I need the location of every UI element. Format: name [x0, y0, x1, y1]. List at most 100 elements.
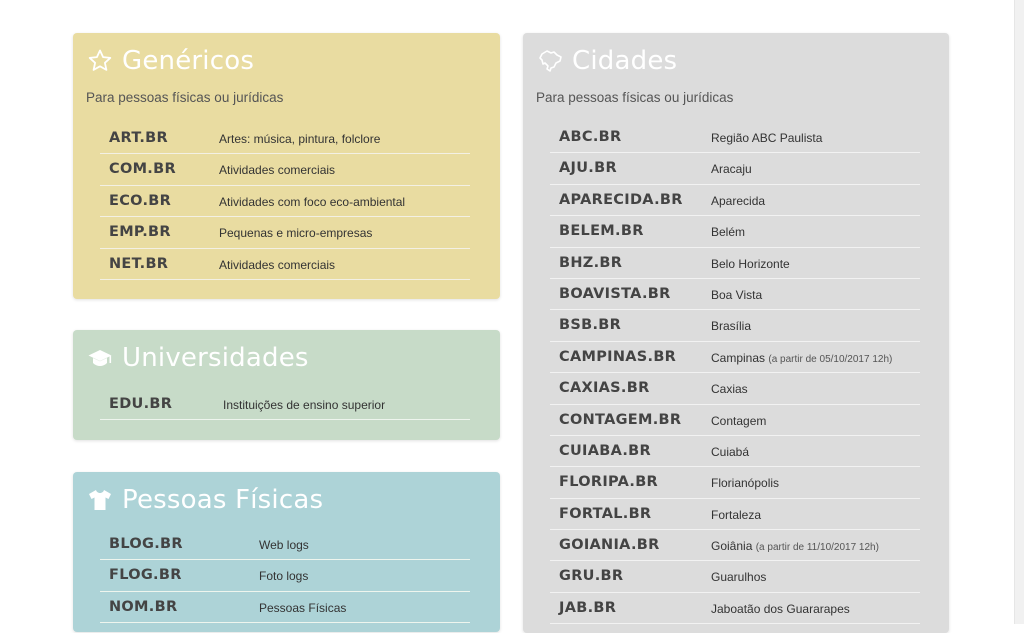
- domain-description: Atividades comerciais: [219, 257, 336, 272]
- city-name: Jaboatão dos Guararapes: [711, 601, 850, 616]
- cities-title-text: Cidades: [572, 46, 678, 76]
- domain-description: Florianópolis: [711, 476, 779, 490]
- domain-row[interactable]: CAMPINAS.BR Campinas (a partir de 05/10/2…: [550, 342, 920, 374]
- domain-name[interactable]: JAB.BR: [559, 600, 616, 616]
- domain-name[interactable]: CUIABA.BR: [559, 443, 651, 459]
- generic-domain-list: ART.BR Artes: música, pintura, folclore …: [100, 123, 470, 280]
- domain-row[interactable]: NET.BR Atividades comerciais: [100, 249, 470, 280]
- domain-row[interactable]: BLOG.BR Web logs: [100, 529, 470, 561]
- domain-description: Pequenas e micro-empresas: [219, 226, 373, 241]
- star-icon: [87, 48, 113, 74]
- domain-description: Caxias: [711, 382, 748, 396]
- domain-row[interactable]: COM.BR Atividades comerciais: [100, 154, 470, 186]
- domain-name[interactable]: GOIANIA.BR: [559, 537, 660, 553]
- domain-row[interactable]: JAB.BR Jaboatão dos Guararapes: [550, 593, 920, 625]
- domain-row[interactable]: FORTAL.BR Fortaleza: [550, 499, 920, 531]
- domain-description: Web logs: [259, 538, 309, 552]
- city-name: Guarulhos: [711, 570, 767, 585]
- generic-subtitle: Para pessoas físicas ou jurídicas: [86, 90, 284, 105]
- domain-row[interactable]: ABC.BR Região ABC Paulista: [550, 122, 920, 154]
- domain-name[interactable]: NET.BR: [109, 256, 168, 272]
- domain-name[interactable]: BHZ.BR: [559, 255, 622, 271]
- graduation-cap-icon: [87, 345, 113, 371]
- domain-name[interactable]: BOAVISTA.BR: [559, 286, 671, 302]
- universities-panel-title: Universidades: [87, 342, 309, 374]
- domain-row[interactable]: FLOG.BR Foto logs: [100, 560, 470, 592]
- city-name: Florianópolis: [711, 476, 780, 491]
- persons-domain-list: BLOG.BR Web logs FLOG.BR Foto logs NOM.B…: [100, 529, 470, 624]
- domain-row[interactable]: EDU.BR Instituições de ensino superior: [100, 389, 470, 421]
- page-scrollbar[interactable]: [1014, 0, 1024, 624]
- cities-domain-list: ABC.BR Região ABC Paulista AJU.BR Aracaju AP…: [550, 122, 920, 625]
- domain-row[interactable]: CAXIAS.BR Caxias: [550, 373, 920, 405]
- domain-name[interactable]: EMP.BR: [109, 224, 171, 240]
- domain-name[interactable]: ART.BR: [109, 130, 168, 146]
- domain-row[interactable]: BHZ.BR Belo Horizonte: [550, 248, 920, 279]
- domain-row[interactable]: FLORIPA.BR Florianópolis: [550, 467, 920, 499]
- city-name: Contagem: [711, 413, 767, 428]
- cities-subtitle: Para pessoas físicas ou jurídicas: [536, 90, 734, 105]
- city-name: Campinas: [711, 350, 766, 365]
- generic-domains-panel: Genéricos Para pessoas físicas ou jurídi…: [73, 33, 500, 299]
- domain-row[interactable]: BSB.BR Brasília: [550, 310, 920, 342]
- domain-row[interactable]: AJU.BR Aracaju: [550, 153, 920, 185]
- domain-row[interactable]: BOAVISTA.BR Boa Vista: [550, 279, 920, 311]
- domain-name[interactable]: COM.BR: [109, 161, 176, 177]
- domain-name[interactable]: FORTAL.BR: [559, 506, 651, 522]
- city-name: Aparecida: [711, 193, 766, 208]
- generic-title-text: Genéricos: [122, 46, 255, 76]
- city-name: Caxias: [711, 382, 748, 397]
- domain-row[interactable]: GRU.BR Guarulhos: [550, 561, 920, 593]
- domain-name[interactable]: CAXIAS.BR: [559, 380, 650, 396]
- domain-row[interactable]: ART.BR Artes: música, pintura, folclore: [100, 123, 470, 155]
- domain-row[interactable]: BELEM.BR Belém: [550, 216, 920, 248]
- cities-panel-title: Cidades: [537, 45, 677, 77]
- persons-panel-title: Pessoas Físicas: [87, 484, 323, 516]
- domain-description: Atividades com foco eco-ambiental: [219, 194, 406, 209]
- domain-row[interactable]: ECO.BR Atividades com foco eco-ambiental: [100, 186, 470, 218]
- domain-row[interactable]: GOIANIA.BR Goiânia (a partir de 11/10/201…: [550, 530, 920, 562]
- brazil-map-icon: [537, 48, 563, 74]
- city-name: Brasília: [711, 319, 752, 334]
- domain-description: Região ABC Paulista: [711, 131, 822, 145]
- domain-name[interactable]: GRU.BR: [559, 568, 623, 584]
- domain-name[interactable]: APARECIDA.BR: [559, 192, 683, 208]
- domain-name[interactable]: FLORIPA.BR: [559, 474, 658, 490]
- domain-row[interactable]: APARECIDA.BR Aparecida: [550, 185, 920, 217]
- domain-description: Atividades comerciais: [219, 163, 336, 178]
- domain-name[interactable]: BLOG.BR: [109, 536, 183, 552]
- domain-name[interactable]: AJU.BR: [559, 160, 617, 176]
- domain-row[interactable]: NOM.BR Pessoas Físicas: [100, 592, 470, 624]
- universities-panel: Universidades EDU.BR Instituições de ens…: [73, 330, 500, 440]
- domain-description: Instituições de ensino superior: [223, 398, 386, 412]
- domain-name[interactable]: BSB.BR: [559, 317, 621, 333]
- domain-name[interactable]: CAMPINAS.BR: [559, 349, 676, 365]
- city-name: Fortaleza: [711, 507, 762, 522]
- domain-description: Cuiabá: [711, 445, 749, 459]
- domain-name[interactable]: ABC.BR: [559, 129, 621, 145]
- domain-description: Boa Vista: [711, 288, 762, 302]
- persons-title-text: Pessoas Físicas: [122, 485, 324, 515]
- domain-description: Fortaleza: [711, 508, 761, 522]
- domain-name[interactable]: CONTAGEM.BR: [559, 412, 681, 428]
- availability-note: (a partir de 11/10/2017 12h): [755, 542, 879, 554]
- domain-description: Belém: [711, 225, 745, 239]
- domain-row[interactable]: CONTAGEM.BR Contagem: [550, 405, 920, 436]
- domain-description: Goiânia (a partir de 11/10/2017 12h): [711, 539, 879, 553]
- domain-description: Aracaju: [711, 162, 752, 176]
- city-name: Boa Vista: [711, 287, 763, 302]
- domain-name[interactable]: NOM.BR: [109, 599, 177, 615]
- city-name: Goiânia: [711, 539, 753, 554]
- domain-description: Campinas (a partir de 05/10/2017 12h): [711, 351, 892, 365]
- city-name: Região ABC Paulista: [711, 131, 823, 145]
- domain-name[interactable]: BELEM.BR: [559, 223, 644, 239]
- domain-row[interactable]: EMP.BR Pequenas e micro-empresas: [100, 217, 470, 249]
- domain-name[interactable]: FLOG.BR: [109, 567, 182, 583]
- tshirt-icon: [87, 487, 113, 513]
- domain-description: Pessoas Físicas: [259, 600, 347, 615]
- domain-description: Aparecida: [711, 194, 765, 208]
- domain-name[interactable]: EDU.BR: [109, 396, 172, 412]
- domain-row[interactable]: CUIABA.BR Cuiabá: [550, 436, 920, 468]
- domain-name[interactable]: ECO.BR: [109, 193, 171, 209]
- universities-title-text: Universidades: [122, 343, 309, 373]
